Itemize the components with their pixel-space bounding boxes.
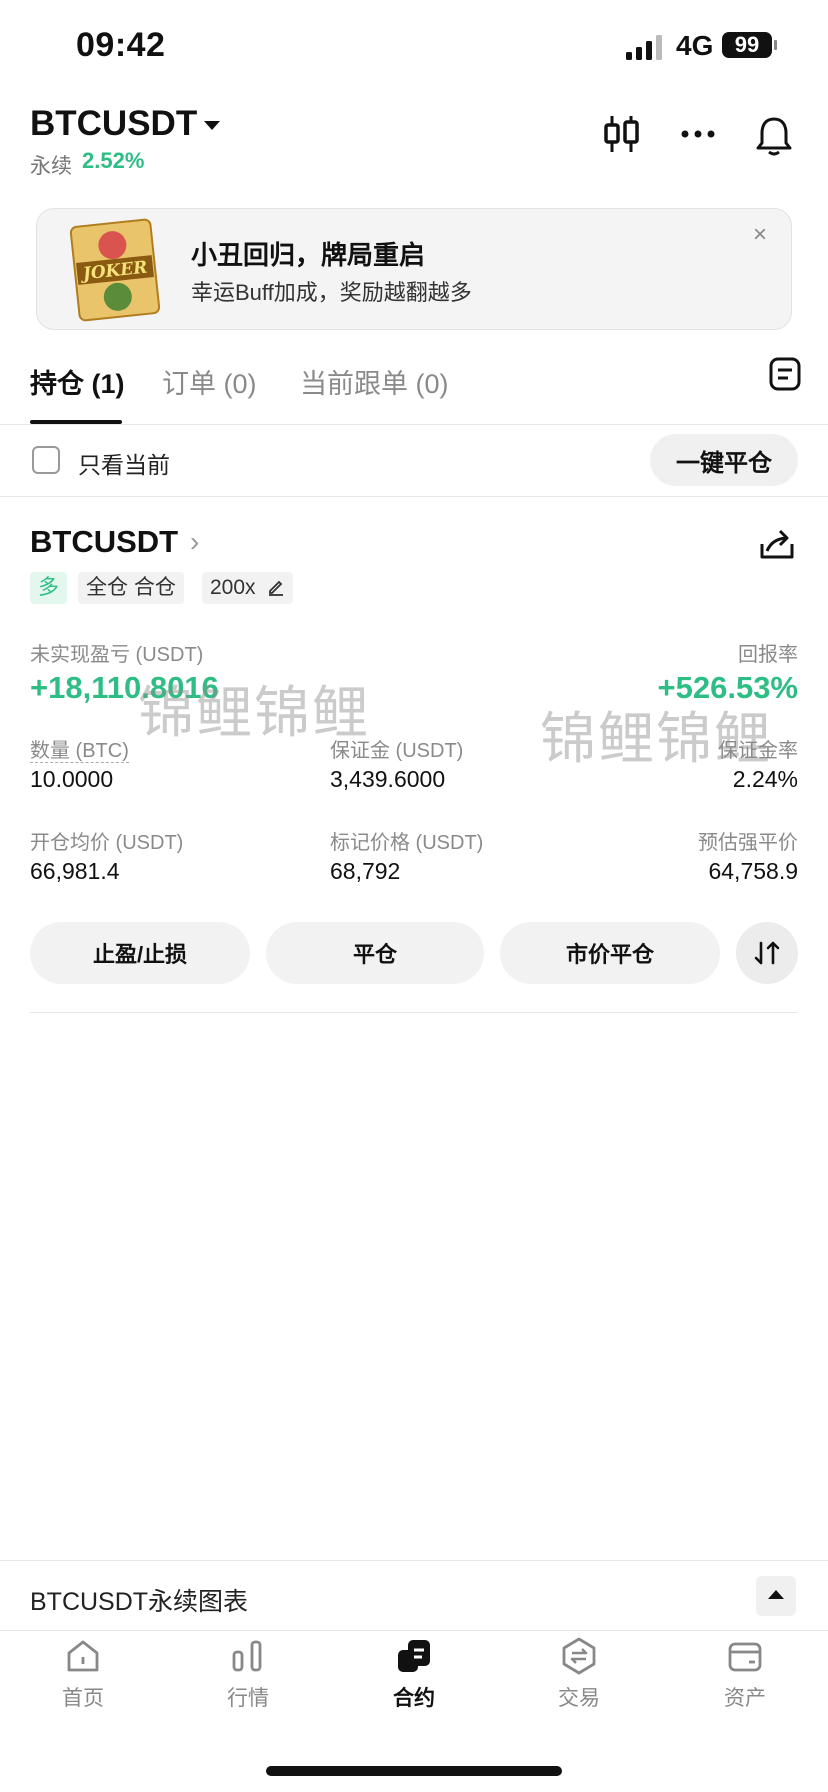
margin-ratio-label: 保证金率	[718, 740, 798, 762]
unrealized-pnl-value: +18,110.8016	[30, 670, 219, 705]
chart-link[interactable]: BTCUSDT永续图表	[30, 1582, 248, 1618]
status-bar: 09:42 4G 99	[0, 0, 828, 96]
nav-assets-label: 资产	[724, 1687, 766, 1710]
quantity-label-text: 数量 (BTC)	[30, 740, 129, 763]
battery-tip	[774, 40, 777, 50]
margin-mode-tag: 全仓 合仓	[78, 572, 184, 604]
margin-label: 保证金 (USDT)	[330, 740, 464, 762]
leverage-value: 200x	[210, 576, 256, 599]
nav-home[interactable]: 首页	[28, 1636, 138, 1716]
close-icon[interactable]: ×	[753, 223, 767, 247]
nav-trade-label: 交易	[558, 1687, 600, 1710]
unrealized-pnl-label: 未实现盈亏 (USDT)	[30, 644, 204, 666]
nav-futures[interactable]: 合约	[359, 1636, 469, 1716]
margin-ratio-value: 2.24%	[732, 766, 798, 792]
bell-icon[interactable]	[752, 114, 796, 158]
liquidation-price-label: 预估强平价	[698, 832, 798, 854]
quantity-label: 数量 (BTC)	[30, 734, 129, 763]
close-position-button[interactable]: 平仓	[266, 922, 484, 984]
nav-assets[interactable]: 资产	[690, 1636, 800, 1716]
symbol-selector[interactable]: BTCUSDT	[30, 104, 197, 144]
futures-icon	[398, 1640, 430, 1672]
chevron-right-icon[interactable]: ›	[190, 526, 199, 558]
battery-icon: 99	[722, 32, 772, 58]
network-label: 4G	[676, 30, 714, 61]
edit-icon[interactable]	[267, 578, 285, 596]
home-icon	[67, 1640, 99, 1672]
divider	[0, 496, 828, 497]
document-icon[interactable]	[768, 356, 802, 392]
tpsl-button[interactable]: 止盈/止损	[30, 922, 250, 984]
divider	[0, 1630, 828, 1631]
leverage-tag[interactable]: 200x	[202, 572, 294, 604]
divider	[0, 1560, 828, 1561]
price-change: 2.52%	[82, 148, 145, 173]
trade-icon	[562, 1637, 596, 1675]
promo-banner[interactable]: JOKER 小丑回归，牌局重启 幸运Buff加成，奖励越翻越多 ×	[36, 208, 792, 330]
margin-value: 3,439.6000	[330, 766, 446, 792]
candlestick-chart-icon[interactable]	[600, 112, 644, 156]
tab-orders[interactable]: 订单 (0)	[162, 362, 257, 401]
market-close-button[interactable]: 市价平仓	[500, 922, 720, 984]
nav-market-label: 行情	[227, 1687, 269, 1710]
wallet-icon	[728, 1642, 762, 1672]
reverse-position-button[interactable]	[736, 922, 798, 984]
caret-down-icon[interactable]	[204, 121, 220, 130]
contract-type-label: 永续	[30, 155, 72, 178]
divider	[30, 1012, 798, 1013]
signal-icon	[626, 35, 662, 60]
tab-positions[interactable]: 持仓 (1)	[30, 362, 125, 401]
status-time: 09:42	[76, 26, 166, 64]
mark-price-value: 68,792	[330, 858, 401, 884]
divider	[0, 424, 828, 425]
joker-card-image: JOKER	[69, 218, 161, 322]
roe-label: 回报率	[738, 644, 798, 666]
nav-futures-label: 合约	[393, 1687, 435, 1710]
position-symbol[interactable]: BTCUSDT	[30, 524, 178, 560]
market-icon	[232, 1640, 262, 1672]
side-tag: 多	[30, 572, 67, 604]
tab-copy-trades[interactable]: 当前跟单 (0)	[300, 362, 449, 401]
banner-title: 小丑回归，牌局重启	[191, 240, 426, 270]
caret-up-icon[interactable]	[756, 1576, 796, 1616]
nav-home-label: 首页	[62, 1687, 104, 1710]
share-icon[interactable]	[758, 526, 796, 562]
swap-arrows-icon	[754, 941, 780, 965]
quantity-value: 10.0000	[30, 766, 114, 792]
roe-value: +526.53%	[657, 670, 798, 705]
banner-subtitle: 幸运Buff加成，奖励越翻越多	[191, 280, 472, 305]
nav-market[interactable]: 行情	[193, 1636, 303, 1716]
nav-trade[interactable]: 交易	[524, 1636, 634, 1716]
close-all-button[interactable]: 一键平仓	[650, 434, 798, 486]
mark-price-label: 标记价格 (USDT)	[330, 832, 484, 854]
only-current-label[interactable]: 只看当前	[78, 446, 170, 480]
home-indicator	[266, 1766, 562, 1776]
entry-price-label: 开仓均价 (USDT)	[30, 832, 184, 854]
entry-price-value: 66,981.4	[30, 858, 120, 884]
more-icon[interactable]	[676, 112, 720, 156]
liquidation-price-value: 64,758.9	[708, 858, 798, 884]
only-current-checkbox[interactable]	[32, 446, 60, 474]
